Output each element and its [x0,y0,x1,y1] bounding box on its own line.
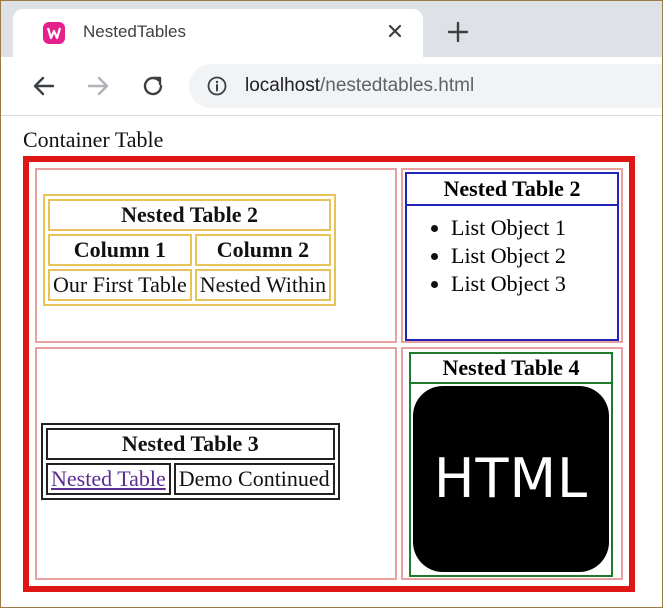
info-icon[interactable] [207,76,227,96]
page-content: Container Table Nested Table 2 Column 1 … [1,116,662,607]
address-bar[interactable]: localhost/nestedtables.html [189,64,662,108]
html-logo-image: HTML [413,386,609,572]
column-header-2: Column 2 [194,234,332,266]
table-cell: Demo Continued [173,463,335,495]
table-cell: Nested Table [46,463,171,495]
nested-table-4-title: Nested Table 4 [411,354,611,384]
nested-table-3: Nested Table 3 Nested Table Demo Continu… [41,423,340,500]
list-item: List Object 1 [431,215,566,240]
nested-table-4: Nested Table 4 HTML [409,352,613,577]
reload-icon[interactable] [138,71,168,101]
url-path: /nestedtables.html [320,75,475,96]
nested-table-2: Nested Table 2 List Object 1 List Object… [405,172,619,341]
list-item: List Object 2 [431,243,566,268]
close-tab-icon[interactable] [381,17,409,45]
container-table: Nested Table 2 Column 1 Column 2 Our Fir… [23,156,635,592]
column-header-1: Column 1 [48,234,192,266]
browser-toolbar: localhost/nestedtables.html [1,57,662,116]
list-item: List Object 3 [431,271,566,296]
container-cell-top-left: Nested Table 2 Column 1 Column 2 Our Fir… [35,168,397,343]
nested-table-3-title: Nested Table 3 [46,428,335,460]
table-cell: Nested Within [194,269,332,301]
site-favicon-icon [43,22,65,44]
object-list: List Object 1 List Object 2 List Object … [431,214,566,298]
browser-window: NestedTables localhost/nestedtables.html… [0,0,663,608]
nested-table-1: Nested Table 2 Column 1 Column 2 Our Fir… [43,194,337,306]
container-cell-top-right: Nested Table 2 List Object 1 List Object… [401,168,623,343]
back-arrow-icon[interactable] [29,71,59,101]
new-tab-icon[interactable] [443,17,473,47]
nested-table-1-title: Nested Table 2 [48,199,332,231]
table-cell: Our First Table [48,269,192,301]
forward-arrow-icon[interactable] [83,71,113,101]
nested-table-link[interactable]: Nested Table [51,466,166,491]
browser-tab[interactable]: NestedTables [13,9,423,57]
tab-title: NestedTables [83,22,187,41]
container-cell-bottom-right: Nested Table 4 HTML [401,347,623,580]
container-caption: Container Table [23,127,164,152]
nested-table-2-title: Nested Table 2 [407,174,617,206]
tab-strip: NestedTables [1,1,662,57]
url-text: localhost/nestedtables.html [245,75,474,97]
url-host: localhost [245,75,320,96]
container-cell-bottom-left: Nested Table 3 Nested Table Demo Continu… [35,347,397,580]
